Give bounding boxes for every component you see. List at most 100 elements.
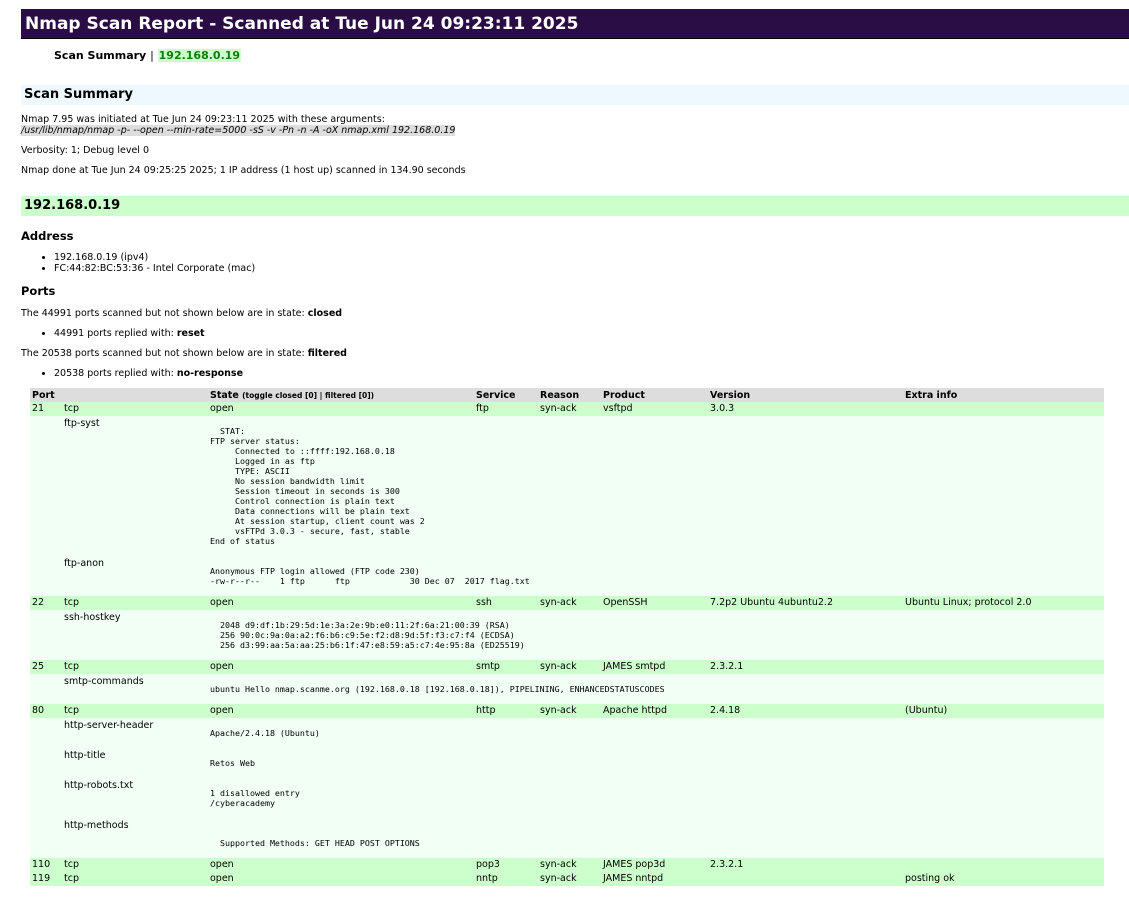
- port-port: 21: [30, 402, 62, 416]
- extraports-filtered-state: filtered: [307, 348, 347, 359]
- port-state: open: [208, 596, 474, 610]
- port-extra: [903, 660, 1104, 674]
- script-output-cell: 2048 d9:df:1b:29:5d:1e:3a:2e:9b:e0:11:2f…: [208, 610, 1104, 660]
- port-service: nntp: [474, 872, 538, 886]
- col-proto-empty: [62, 388, 208, 402]
- ports-table-body: 21 tcp open ftp syn-ack vsftpd 3.0.3 ftp-syst S…: [30, 402, 1104, 886]
- script-name: http-title: [62, 748, 208, 778]
- script-name: http-server-header: [62, 718, 208, 748]
- scan-summary-heading: Scan Summary: [21, 85, 1129, 105]
- port-state: open: [208, 402, 474, 416]
- port-version: 2.4.18: [708, 704, 903, 718]
- port-port: 22: [30, 596, 62, 610]
- extraports-closed-reasons: 44991 ports replied with: reset: [21, 328, 1129, 339]
- port-state: open: [208, 704, 474, 718]
- nav-summary-label: Scan Summary: [54, 49, 147, 62]
- port-state: open: [208, 872, 474, 886]
- col-extra: Extra info: [903, 388, 1104, 402]
- port-reason: syn-ack: [538, 660, 601, 674]
- port-version: 2.3.2.1: [708, 858, 903, 872]
- script-row: http-server-header Apache/2.4.18 (Ubuntu…: [30, 718, 1104, 748]
- script-row: http-robots.txt 1 disallowed entry /cybe…: [30, 778, 1104, 818]
- script-name: http-methods: [62, 818, 208, 858]
- col-reason: Reason: [538, 388, 601, 402]
- col-port: Port: [30, 388, 62, 402]
- extraports-closed-state: closed: [307, 308, 343, 319]
- port-version: [708, 872, 903, 886]
- nav-host-link[interactable]: 192.168.0.19: [157, 49, 242, 62]
- ports-table-header: Port State (toggle closed [0] | filtered…: [30, 388, 1104, 402]
- script-name: http-robots.txt: [62, 778, 208, 818]
- script-output: 2048 d9:df:1b:29:5d:1e:3a:2e:9b:e0:11:2f…: [219, 620, 525, 650]
- nav-bar: Scan Summary | 192.168.0.19: [54, 48, 1129, 64]
- script-row: ftp-anon Anonymous FTP login allowed (FT…: [30, 556, 1104, 596]
- port-proto: tcp: [62, 660, 208, 674]
- toggle-filtered-link[interactable]: filtered [0]: [325, 391, 371, 400]
- port-service: smtp: [474, 660, 538, 674]
- script-row: smtp-commands ubuntu Hello nmap.scanme.o…: [30, 674, 1104, 704]
- script-spacer: [30, 556, 62, 596]
- toggle-closed-link[interactable]: closed [0]: [275, 391, 317, 400]
- script-output-cell: Retos Web: [208, 748, 1104, 778]
- port-extra: [903, 858, 1104, 872]
- script-row: ssh-hostkey 2048 d9:df:1b:29:5d:1e:3a:2e…: [30, 610, 1104, 660]
- reason-item: 44991 ports replied with: reset: [54, 328, 1129, 339]
- report-title: Nmap Scan Report - Scanned at Tue Jun 24…: [21, 9, 1129, 39]
- port-row: 25 tcp open smtp syn-ack JAMES smtpd 2.3.2.1: [30, 660, 1104, 674]
- script-name: ftp-syst: [62, 416, 208, 556]
- script-name: ssh-hostkey: [62, 610, 208, 660]
- summary-line: Nmap 7.95 was initiated at Tue Jun 24 09…: [21, 114, 385, 125]
- extraports-filtered-text: The 20538 ports scanned but not shown be…: [21, 348, 308, 359]
- script-spacer: [30, 674, 62, 704]
- col-product: Product: [601, 388, 708, 402]
- script-output: ubuntu Hello nmap.scanme.org (192.168.0.…: [210, 684, 665, 694]
- port-row: 80 tcp open http syn-ack Apache httpd 2.4.18 (U…: [30, 704, 1104, 718]
- port-reason: syn-ack: [538, 704, 601, 718]
- port-product: Apache httpd: [601, 704, 708, 718]
- port-port: 25: [30, 660, 62, 674]
- script-spacer: [30, 416, 62, 556]
- script-name: smtp-commands: [62, 674, 208, 704]
- extraports-closed-text: The 44991 ports scanned but not shown be…: [21, 308, 308, 319]
- toggle-sep: |: [317, 390, 326, 400]
- port-proto: tcp: [62, 402, 208, 416]
- script-row: http-title Retos Web: [30, 748, 1104, 778]
- port-state: open: [208, 660, 474, 674]
- toggle-prefix: (toggle: [242, 390, 276, 400]
- reason-item: 20538 ports replied with: no-response: [54, 368, 1129, 379]
- script-output: Supported Methods: GET HEAD POST OPTIONS: [219, 838, 420, 848]
- port-port: 110: [30, 858, 62, 872]
- port-row: 22 tcp open ssh syn-ack OpenSSH 7.2p2 Ubuntu 4…: [30, 596, 1104, 610]
- port-version: 3.0.3: [708, 402, 903, 416]
- port-service: pop3: [474, 858, 538, 872]
- port-service: http: [474, 704, 538, 718]
- script-output: Retos Web: [210, 758, 255, 768]
- port-version: 2.3.2.1: [708, 660, 903, 674]
- col-state: State (toggle closed [0] | filtered [0]): [208, 388, 474, 402]
- script-output: Apache/2.4.18 (Ubuntu): [210, 728, 320, 738]
- toggle-suffix: ): [370, 390, 375, 400]
- script-spacer: [30, 748, 62, 778]
- script-spacer: [30, 718, 62, 748]
- address-list: 192.168.0.19 (ipv4) FC:44:82:BC:53:36 - …: [21, 252, 1129, 274]
- port-row: 110 tcp open pop3 syn-ack JAMES pop3d 2.3.2.1: [30, 858, 1104, 872]
- nav-separator: |: [150, 49, 154, 62]
- script-output: 1 disallowed entry /cyberacademy: [210, 788, 300, 808]
- script-output: Anonymous FTP login allowed (FTP code 23…: [210, 566, 530, 586]
- ports-heading: Ports: [21, 284, 56, 298]
- port-row: 21 tcp open ftp syn-ack vsftpd 3.0.3: [30, 402, 1104, 416]
- port-proto: tcp: [62, 596, 208, 610]
- port-state: open: [208, 858, 474, 872]
- port-product: JAMES pop3d: [601, 858, 708, 872]
- port-proto: tcp: [62, 872, 208, 886]
- host-heading: 192.168.0.19: [21, 196, 1129, 216]
- script-output-cell: Supported Methods: GET HEAD POST OPTIONS: [208, 818, 1104, 858]
- done-line: Nmap done at Tue Jun 24 09:25:25 2025; 1…: [21, 165, 466, 176]
- script-row: http-methods Supported Methods: GET HEAD…: [30, 818, 1104, 858]
- col-service: Service: [474, 388, 538, 402]
- script-spacer: [30, 778, 62, 818]
- address-heading: Address: [21, 229, 74, 243]
- script-spacer: [30, 818, 62, 858]
- verbosity-line: Verbosity: 1; Debug level 0: [21, 145, 149, 156]
- port-product: JAMES smtpd: [601, 660, 708, 674]
